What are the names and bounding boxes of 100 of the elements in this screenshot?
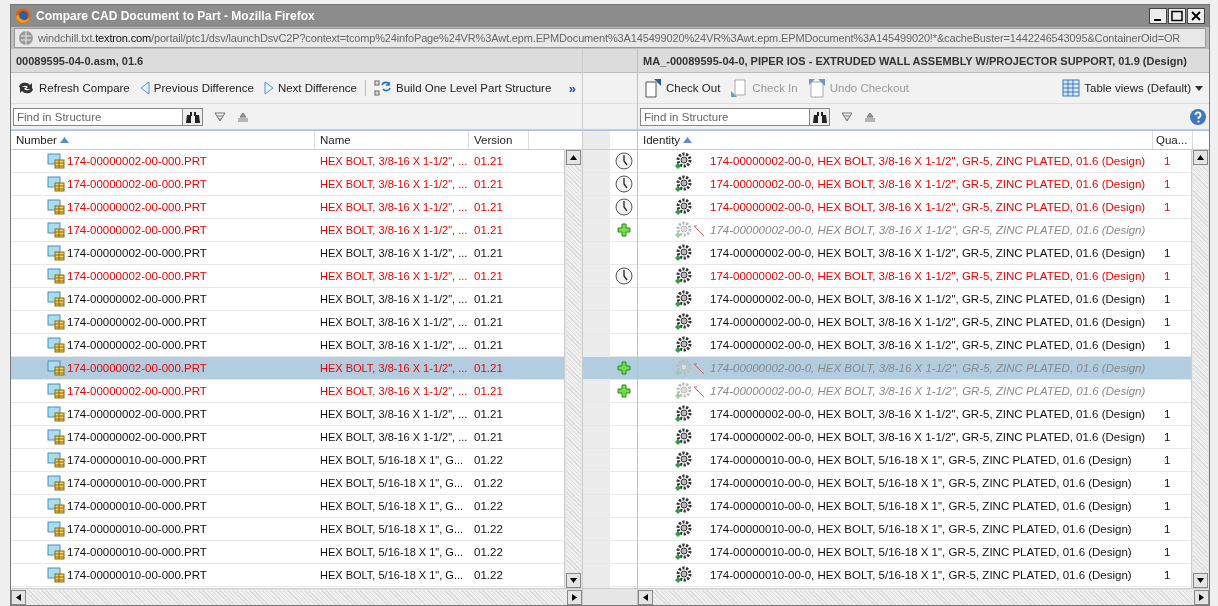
column-header[interactable]: Version [469, 131, 529, 149]
search-field[interactable]: Find in Structure [13, 107, 183, 126]
scroll-right-button[interactable] [1194, 589, 1209, 605]
table-row[interactable]: 174-00000010-00-0, HEX BOLT, 5/16-18 X 1", GR-5, ZINC PLATED, 01.6 (Design) 1 [638, 472, 1191, 495]
scroll-up-button[interactable] [566, 150, 581, 165]
scroll-down-button[interactable] [1193, 573, 1208, 588]
table-cell: HEX BOLT, 3/8-16 X 1-1/2", ... [320, 339, 468, 351]
collapse-icon[interactable] [864, 111, 876, 122]
scroll-left-button[interactable] [638, 589, 653, 605]
table-row[interactable]: 174-00000010-00-000.PRT HEX BOLT, 5/16-18 X 1", G... 01.22 [11, 564, 564, 587]
table-row[interactable]: 174-00000002-00-0, HEX BOLT, 3/8-16 X 1-1/2", GR-5, ZINC PLATED, 01.6 (Design) 1 [638, 403, 1191, 426]
table-row[interactable]: 174-00000002-00-0, HEX BOLT, 3/8-16 X 1-1/2", GR-5, ZINC PLATED, 01.6 (Design) [638, 380, 1191, 403]
table-row[interactable]: 174-00000002-00-0, HEX BOLT, 3/8-16 X 1-1/2", GR-5, ZINC PLATED, 01.6 (Design) 1 [638, 334, 1191, 357]
scroll-up-button[interactable] [1193, 150, 1208, 165]
vertical-scrollbar[interactable] [564, 150, 582, 588]
minimize-button[interactable] [1149, 8, 1167, 24]
part-icon [47, 245, 65, 261]
search-field[interactable]: Find in Structure [640, 107, 810, 126]
search-button[interactable] [810, 107, 830, 126]
vertical-scrollbar[interactable] [1191, 150, 1209, 588]
table-cell: 01.21 [474, 408, 503, 420]
table-row[interactable]: 174-00000002-00-000.PRT HEX BOLT, 3/8-16 X 1-1/2", ... 01.21 [11, 288, 564, 311]
table-row[interactable]: 174-00000010-00-0, HEX BOLT, 5/16-18 X 1", GR-5, ZINC PLATED, 01.6 (Design) 1 [638, 449, 1191, 472]
sort-ascending-icon [59, 137, 69, 143]
table-row[interactable] [583, 196, 637, 219]
table-cell: 174-00000002-00-0, HEX BOLT, 3/8-16 X 1-1/2", GR-5, ZINC PLATED, 01.6 (Design) [710, 408, 1146, 420]
table-row[interactable]: 174-00000010-00-0, HEX BOLT, 5/16-18 X 1", GR-5, ZINC PLATED, 01.6 (Design) 1 [638, 495, 1191, 518]
table-cell: HEX BOLT, 3/8-16 X 1-1/2", ... [320, 385, 468, 397]
table-row[interactable]: 174-00000002-00-000.PRT HEX BOLT, 3/8-16 X 1-1/2", ... 01.21 [11, 242, 564, 265]
table-row[interactable]: 174-00000002-00-000.PRT HEX BOLT, 3/8-16 X 1-1/2", ... 01.21 [11, 265, 564, 288]
table-cell: 174-00000002-00-0, HEX BOLT, 3/8-16 X 1-1/2", GR-5, ZINC PLATED, 01.6 (Design) [710, 339, 1146, 351]
table-row[interactable]: 174-00000010-00-0, HEX BOLT, 5/16-18 X 1", GR-5, ZINC PLATED, 01.6 (Design) 1 [638, 541, 1191, 564]
address-bar[interactable]: windchill.txt.textron.com/portail/ptc1/dsv/launchDsvC2P?context=tcomp%24infoPage%24VR%3Awt.epm.EPMDocument%3A145499020%24VR%3Awt.epm.EPMDocument%3A145499020!*&cacheBuster=1442246543095&ContainerOid=OR [14, 28, 1206, 48]
scroll-right-button[interactable] [567, 589, 582, 605]
check-out-button[interactable]: Check Out [642, 77, 723, 99]
table-row[interactable]: 174-00000010-00-0, HEX BOLT, 5/16-18 X 1", GR-5, ZINC PLATED, 01.6 (Design) 1 [638, 518, 1191, 541]
table-row[interactable]: 174-00000002-00-0, HEX BOLT, 3/8-16 X 1-1/2", GR-5, ZINC PLATED, 01.6 (Design) 1 [638, 173, 1191, 196]
table-views-button[interactable]: Table views (Default) [1060, 78, 1205, 98]
part-icon [47, 383, 65, 399]
collapse-icon[interactable] [237, 111, 249, 122]
table-row[interactable]: 174-00000002-00-0, HEX BOLT, 3/8-16 X 1-1/2", GR-5, ZINC PLATED, 01.6 (Design) [638, 219, 1191, 242]
table-row[interactable]: 174-00000002-00-0, HEX BOLT, 3/8-16 X 1-1/2", GR-5, ZINC PLATED, 01.6 (Design) 1 [638, 288, 1191, 311]
table-row[interactable]: 174-00000002-00-000.PRT HEX BOLT, 3/8-16 X 1-1/2", ... 01.21 [11, 334, 564, 357]
table-row[interactable]: 174-00000002-00-000.PRT HEX BOLT, 3/8-16 X 1-1/2", ... 01.21 [11, 219, 564, 242]
table-row[interactable]: 174-00000002-00-000.PRT HEX BOLT, 3/8-16 X 1-1/2", ... 01.21 [11, 196, 564, 219]
table-row[interactable]: 174-00000010-00-000.PRT HEX BOLT, 5/16-18 X 1", G... 01.22 [11, 541, 564, 564]
horizontal-scrollbar[interactable] [638, 588, 1209, 605]
table-row[interactable]: 174-00000010-00-0, HEX BOLT, 5/16-18 X 1", GR-5, ZINC PLATED, 01.6 (Design) 1 [638, 564, 1191, 587]
table-cell: HEX BOLT, 3/8-16 X 1-1/2", ... [320, 431, 468, 443]
previous-difference-button[interactable]: Previous Difference [137, 80, 256, 96]
table-cell-text: 1 [1163, 339, 1171, 351]
table-row[interactable] [583, 265, 637, 288]
table-row[interactable]: 174-00000002-00-0, HEX BOLT, 3/8-16 X 1-1/2", GR-5, ZINC PLATED, 01.6 (Design) 1 [638, 150, 1191, 173]
table-cell-text: 1 [1163, 454, 1171, 466]
table-cell: 174-00000002-00-0, HEX BOLT, 3/8-16 X 1-1/2", GR-5, ZINC PLATED, 01.6 (Design) [710, 362, 1146, 374]
horizontal-scrollbar[interactable] [11, 588, 582, 605]
table-row[interactable]: 174-00000010-00-000.PRT HEX BOLT, 5/16-18 X 1", G... 01.22 [11, 449, 564, 472]
table-row[interactable]: 174-00000002-00-0, HEX BOLT, 3/8-16 X 1-1/2", GR-5, ZINC PLATED, 01.6 (Design) 1 [638, 311, 1191, 334]
table-cell-text: 1 [1163, 408, 1171, 420]
table-row[interactable]: 174-00000010-00-000.PRT HEX BOLT, 5/16-18 X 1", G... 01.22 [11, 518, 564, 541]
table-row[interactable]: 174-00000002-00-0, HEX BOLT, 3/8-16 X 1-1/2", GR-5, ZINC PLATED, 01.6 (Design) 1 [638, 196, 1191, 219]
column-header[interactable]: Identity [638, 131, 1153, 149]
filter-icon[interactable] [214, 111, 226, 122]
table-cell: 174-00000002-00-000.PRT [67, 155, 207, 167]
table-cell: 174-00000010-00-0, HEX BOLT, 5/16-18 X 1", GR-5, ZINC PLATED, 01.6 (Design) [710, 454, 1132, 466]
table-row[interactable] [583, 173, 637, 196]
column-header[interactable]: Number [11, 131, 315, 149]
table-row[interactable]: 174-00000002-00-0, HEX BOLT, 3/8-16 X 1-1/2", GR-5, ZINC PLATED, 01.6 (Design) 1 [638, 242, 1191, 265]
table-cell: 174-00000010-00-000.PRT [67, 500, 207, 512]
column-header[interactable]: Qua... [1153, 131, 1193, 149]
refresh-button[interactable]: Refresh Compare [15, 80, 132, 96]
table-row[interactable]: 174-00000010-00-000.PRT HEX BOLT, 5/16-18 X 1", G... 01.22 [11, 472, 564, 495]
close-button[interactable] [1187, 8, 1205, 24]
scroll-left-button[interactable] [11, 589, 26, 605]
filter-icon[interactable] [841, 111, 853, 122]
build-structure-button[interactable]: Build One Level Part Structure [371, 78, 554, 98]
table-row[interactable]: 174-00000002-00-000.PRT HEX BOLT, 3/8-16 X 1-1/2", ... 01.21 [11, 173, 564, 196]
document-icon [644, 78, 662, 98]
table-row[interactable]: 174-00000010-00-000.PRT HEX BOLT, 5/16-18 X 1", G... 01.22 [11, 495, 564, 518]
table-row[interactable]: 174-00000002-00-000.PRT HEX BOLT, 3/8-16 X 1-1/2", ... 01.21 [11, 380, 564, 403]
table-cell: HEX BOLT, 3/8-16 X 1-1/2", ... [320, 247, 468, 259]
table-cell: HEX BOLT, 3/8-16 X 1-1/2", ... [320, 224, 468, 236]
table-row[interactable] [583, 357, 637, 380]
more-button[interactable]: » [566, 79, 578, 97]
table-row[interactable]: 174-00000002-00-000.PRT HEX BOLT, 3/8-16 X 1-1/2", ... 01.21 [11, 150, 564, 173]
next-difference-button[interactable]: Next Difference [261, 80, 359, 96]
table-cell: HEX BOLT, 3/8-16 X 1-1/2", ... [320, 201, 468, 213]
table-cell: HEX BOLT, 3/8-16 X 1-1/2", ... [320, 362, 468, 374]
table-row[interactable]: 174-00000002-00-0, HEX BOLT, 3/8-16 X 1-1/2", GR-5, ZINC PLATED, 01.6 (Design) 1 [638, 426, 1191, 449]
table-row[interactable]: 174-00000002-00-0, HEX BOLT, 3/8-16 X 1-1/2", GR-5, ZINC PLATED, 01.6 (Design) 1 [638, 265, 1191, 288]
scroll-down-button[interactable] [566, 573, 581, 588]
maximize-button[interactable] [1168, 8, 1186, 24]
table-row[interactable] [583, 150, 637, 173]
table-row[interactable]: 174-00000002-00-000.PRT HEX BOLT, 3/8-16 X 1-1/2", ... 01.21 [11, 403, 564, 426]
column-header[interactable]: Name [315, 131, 469, 149]
table-row[interactable]: 174-00000002-00-000.PRT HEX BOLT, 3/8-16 X 1-1/2", ... 01.21 [11, 426, 564, 449]
search-button[interactable] [183, 107, 203, 126]
help-icon[interactable] [1189, 107, 1207, 126]
table-row[interactable]: 174-00000002-00-000.PRT HEX BOLT, 3/8-16 X 1-1/2", ... 01.21 [11, 311, 564, 334]
table-cell-text: 1 [1163, 270, 1171, 282]
